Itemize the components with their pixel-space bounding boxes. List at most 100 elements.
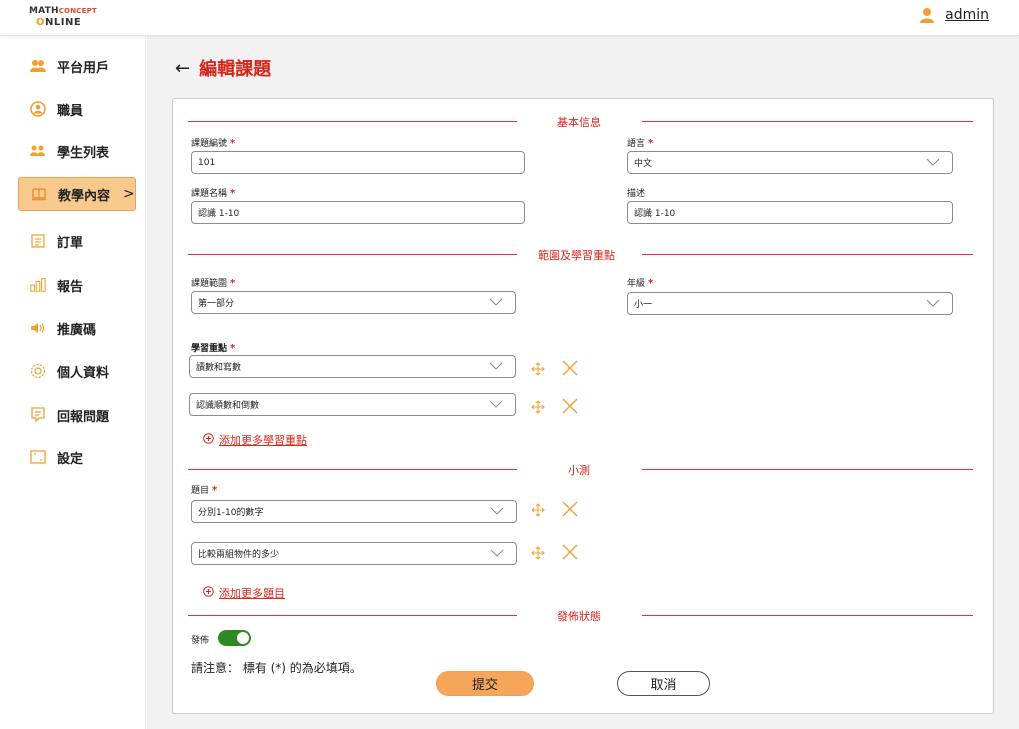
sidebar-item-students[interactable]: 學生列表 bbox=[18, 134, 136, 168]
remove-icon[interactable] bbox=[562, 544, 578, 564]
report-icon bbox=[30, 277, 46, 293]
order-icon bbox=[30, 233, 46, 249]
chevron-down-icon bbox=[490, 507, 504, 518]
sidebar-item-label: 平台用戶 bbox=[57, 60, 110, 76]
logo-text-math: Math bbox=[29, 6, 59, 16]
top-bar: MathConcept ONLINE admin bbox=[0, 0, 1019, 36]
language-select[interactable]: 中文 bbox=[627, 151, 953, 174]
sidebar-item-report-issue[interactable]: 回報問題 bbox=[18, 398, 136, 432]
learning-focus-actions bbox=[531, 398, 578, 418]
grade-value: 小一 bbox=[634, 300, 653, 310]
sidebar: 平台用戶 職員 學生列表 教學內容 > 訂單 報告 推廣碼 個人資料 回報問題 … bbox=[2, 36, 146, 729]
topic-scope-value: 第一部分 bbox=[198, 299, 235, 309]
toggle-knob bbox=[237, 632, 249, 644]
page-title: 編輯課題 bbox=[199, 59, 272, 80]
sidebar-item-staff[interactable]: 職員 bbox=[18, 92, 136, 126]
brand-logo[interactable]: MathConcept ONLINE bbox=[29, 6, 97, 28]
learning-focus-select[interactable]: 認識順數和倒數 bbox=[189, 393, 516, 416]
section-title: 小測 bbox=[568, 464, 590, 477]
grade-label: 年級 * bbox=[627, 278, 654, 289]
section-divider bbox=[642, 121, 973, 122]
main-content: ← 編輯課題 基本信息 課題編號 * 101 語言 * 中文 課題名稱 * 認識 1-… bbox=[147, 36, 1019, 729]
learning-focus-select[interactable]: 讀數和寫數 bbox=[189, 355, 516, 378]
question-actions bbox=[531, 501, 578, 521]
section-divider bbox=[188, 254, 517, 255]
language-value: 中文 bbox=[634, 159, 653, 169]
drag-move-icon[interactable] bbox=[531, 502, 545, 521]
sidebar-item-label: 設定 bbox=[57, 451, 84, 467]
sidebar-item-promo-code[interactable]: 推廣碼 bbox=[18, 311, 136, 345]
topic-name-label: 課題名稱 * bbox=[191, 188, 236, 199]
section-divider bbox=[188, 615, 517, 616]
question-select[interactable]: 分別1-10的數字 bbox=[191, 500, 517, 523]
required-note: 請注意： 標有 (*) 的為必填項。 bbox=[191, 661, 362, 675]
description-input[interactable]: 認識 1-10 bbox=[627, 201, 953, 224]
feedback-icon bbox=[30, 407, 46, 423]
sidebar-item-teaching-content[interactable]: 教學內容 > bbox=[18, 177, 136, 211]
section-divider bbox=[188, 121, 517, 122]
topic-code-input[interactable]: 101 bbox=[191, 151, 525, 174]
drag-move-icon[interactable] bbox=[531, 361, 545, 380]
sidebar-item-label: 推廣碼 bbox=[57, 322, 97, 338]
remove-icon[interactable] bbox=[562, 360, 578, 380]
drag-move-icon[interactable] bbox=[531, 545, 545, 564]
chevron-down-icon bbox=[490, 549, 504, 560]
add-learning-focus-text: 添加更多學習重點 bbox=[219, 434, 307, 447]
learning-focus-actions bbox=[531, 360, 578, 380]
remove-icon[interactable] bbox=[562, 501, 578, 521]
sidebar-item-reports[interactable]: 報告 bbox=[18, 268, 136, 302]
add-learning-focus-link[interactable]: 添加更多學習重點 bbox=[203, 432, 307, 448]
topic-scope-select[interactable]: 第一部分 bbox=[191, 291, 516, 314]
section-title: 基本信息 bbox=[557, 116, 601, 129]
speaker-icon bbox=[30, 320, 46, 336]
topic-code-label: 課題編號 * bbox=[191, 138, 236, 149]
chevron-down-icon bbox=[926, 299, 940, 310]
logo-text-nline: NLINE bbox=[45, 17, 82, 28]
section-divider bbox=[642, 615, 973, 616]
sidebar-item-profile[interactable]: 個人資料 bbox=[18, 354, 136, 388]
sidebar-item-label: 訂單 bbox=[57, 235, 84, 251]
add-question-link[interactable]: 添加更多題目 bbox=[203, 585, 285, 601]
learning-focus-label: 學習重點 * bbox=[191, 343, 236, 354]
question-value: 分別1-10的數字 bbox=[198, 508, 264, 518]
sidebar-item-label: 回報問題 bbox=[57, 409, 110, 425]
logo-text-o: O bbox=[36, 17, 46, 28]
sidebar-item-label: 報告 bbox=[57, 279, 84, 295]
topic-scope-label: 課題範圍 * bbox=[191, 278, 236, 289]
settings-gear-icon bbox=[30, 363, 46, 379]
remove-icon[interactable] bbox=[562, 398, 578, 418]
section-scope-focus: 範圍及學習重點 bbox=[188, 247, 973, 262]
username-link[interactable]: admin bbox=[945, 7, 989, 23]
plus-circle-icon bbox=[203, 586, 214, 600]
sidebar-item-label: 職員 bbox=[57, 103, 84, 119]
question-value: 比較兩組物件的多少 bbox=[198, 550, 280, 560]
settings-icon bbox=[30, 449, 46, 465]
chevron-down-icon bbox=[489, 362, 503, 373]
description-label: 描述 bbox=[627, 189, 646, 199]
user-icon bbox=[919, 7, 935, 23]
section-divider bbox=[642, 254, 973, 255]
book-icon bbox=[31, 186, 47, 202]
sidebar-item-settings[interactable]: 設定 bbox=[18, 440, 136, 474]
question-select[interactable]: 比較兩組物件的多少 bbox=[191, 542, 517, 565]
chevron-right-icon: > bbox=[123, 186, 135, 202]
cancel-button[interactable]: 取消 bbox=[617, 671, 710, 696]
add-question-text: 添加更多題目 bbox=[219, 587, 285, 600]
submit-button[interactable]: 提交 bbox=[436, 671, 534, 696]
sidebar-item-orders[interactable]: 訂單 bbox=[18, 224, 136, 258]
edit-topic-form: 基本信息 課題編號 * 101 語言 * 中文 課題名稱 * 認識 1-10 描述 認… bbox=[172, 98, 994, 714]
topic-name-input[interactable]: 認識 1-10 bbox=[191, 201, 525, 224]
section-title: 發佈狀態 bbox=[557, 610, 601, 623]
section-title: 範圍及學習重點 bbox=[538, 249, 615, 262]
question-actions bbox=[531, 544, 578, 564]
user-menu[interactable]: admin bbox=[919, 7, 989, 23]
chevron-down-icon bbox=[489, 298, 503, 309]
drag-move-icon[interactable] bbox=[531, 399, 545, 418]
sidebar-item-platform-users[interactable]: 平台用戶 bbox=[18, 49, 136, 83]
sidebar-item-label: 學生列表 bbox=[57, 145, 110, 161]
publish-toggle[interactable] bbox=[218, 630, 251, 646]
page-header: ← 編輯課題 bbox=[175, 55, 271, 81]
students-icon bbox=[30, 143, 46, 159]
grade-select[interactable]: 小一 bbox=[627, 292, 953, 315]
back-arrow-icon[interactable]: ← bbox=[175, 58, 190, 79]
